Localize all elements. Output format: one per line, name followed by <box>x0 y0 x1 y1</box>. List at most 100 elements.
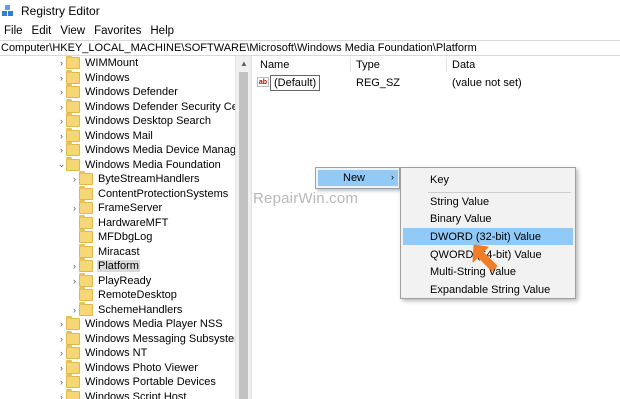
tree-item[interactable]: › WIMMount <box>57 56 139 71</box>
chevron-right-icon[interactable]: › <box>57 363 66 373</box>
tree-item[interactable]: RemoteDesktop <box>70 287 178 303</box>
tree-item[interactable]: ⌄ Windows Media Foundation <box>57 156 222 173</box>
folder-icon <box>66 316 80 331</box>
tree-item[interactable]: Miracast <box>70 243 141 260</box>
window-title: Registry Editor <box>21 4 100 18</box>
chevron-right-icon[interactable]: › <box>57 348 66 358</box>
folder-icon <box>66 98 80 113</box>
column-name[interactable]: Name <box>260 59 289 71</box>
tree-item-selected[interactable]: › Platform <box>70 258 140 274</box>
list-header: Name Type Data <box>254 56 620 74</box>
tree-item[interactable]: ContentProtectionSystems <box>70 185 229 202</box>
tree-item[interactable]: › Windows Photo Viewer <box>57 359 199 376</box>
tree-item[interactable]: › Windows Defender Security Center <box>57 98 251 115</box>
tree-item[interactable]: › Windows Media Device Manager <box>57 142 247 158</box>
menu-view[interactable]: View <box>56 25 90 37</box>
folder-icon <box>66 69 80 84</box>
folder-icon <box>66 388 80 399</box>
menu-help[interactable]: Help <box>146 25 179 37</box>
tree-item[interactable]: › Windows <box>57 69 131 86</box>
chevron-right-icon[interactable]: › <box>57 116 66 126</box>
chevron-right-icon[interactable]: › <box>57 145 66 155</box>
tree-item[interactable]: › Windows Defender <box>57 84 179 100</box>
chevron-right-icon[interactable]: › <box>70 261 79 271</box>
tree-item[interactable]: › PlayReady <box>70 272 152 289</box>
folder-icon <box>66 56 80 70</box>
folder-icon <box>66 345 80 360</box>
column-divider[interactable] <box>446 58 447 72</box>
chevron-down-icon[interactable]: ⌄ <box>57 159 66 169</box>
folder-icon <box>79 301 93 316</box>
folder-icon <box>66 156 80 171</box>
submenu-binary-value[interactable]: Binary Value <box>403 210 573 227</box>
tree-item[interactable]: › FrameServer <box>70 200 163 216</box>
folder-icon <box>79 200 93 215</box>
value-row[interactable]: ab (Default) REG_SZ (value not set) <box>254 75 620 92</box>
submenu-string-value[interactable]: String Value <box>403 193 573 210</box>
new-submenu: Key String Value Binary Value DWORD (32-… <box>400 167 576 299</box>
value-data: (value not set) <box>452 77 522 89</box>
folder-icon <box>66 374 80 389</box>
chevron-right-icon[interactable]: › <box>57 392 66 399</box>
tree-item[interactable]: › Windows Desktop Search <box>57 113 212 129</box>
menu-edit[interactable]: Edit <box>28 25 57 37</box>
folder-icon <box>79 287 93 302</box>
chevron-right-icon: › <box>391 172 394 182</box>
title-bar: Registry Editor <box>0 0 620 22</box>
folder-icon <box>79 185 93 200</box>
chevron-right-icon[interactable]: › <box>57 334 66 344</box>
folder-icon <box>66 359 80 374</box>
submenu-expandable-string-value[interactable]: Expandable String Value <box>403 281 573 298</box>
tree-item[interactable]: HardwareMFT <box>70 214 169 231</box>
tree-item[interactable]: › Windows Media Player NSS <box>57 316 224 332</box>
tree-item[interactable]: › Windows NT <box>57 345 148 361</box>
folder-icon <box>79 272 93 287</box>
orange-arrow-icon <box>472 244 498 272</box>
new-label: New <box>343 172 366 184</box>
folder-icon <box>79 229 93 244</box>
scroll-up-icon[interactable]: ▲ <box>236 58 252 68</box>
context-menu-new[interactable]: New › <box>318 170 398 186</box>
chevron-right-icon[interactable]: › <box>57 131 66 141</box>
menu-bar: File Edit View Favorites Help <box>0 22 620 40</box>
tree-item[interactable]: › Windows Portable Devices <box>57 374 217 390</box>
column-type[interactable]: Type <box>356 59 380 71</box>
tree-item[interactable]: › SchemeHandlers <box>70 301 183 318</box>
tree-item[interactable]: MFDbgLog <box>70 229 153 245</box>
chevron-right-icon[interactable]: › <box>70 174 79 184</box>
tree-scrollbar[interactable]: ▲ <box>235 56 251 399</box>
submenu-key[interactable]: Key <box>403 171 573 188</box>
chevron-right-icon[interactable]: › <box>70 276 79 286</box>
folder-icon <box>66 330 80 345</box>
column-data[interactable]: Data <box>452 59 475 71</box>
chevron-right-icon[interactable]: › <box>70 305 79 315</box>
chevron-right-icon[interactable]: › <box>57 377 66 387</box>
menu-file[interactable]: File <box>0 25 28 37</box>
registry-icon <box>2 4 15 18</box>
folder-icon <box>66 84 80 99</box>
menu-favorites[interactable]: Favorites <box>90 25 146 37</box>
tree-item[interactable]: › Windows Mail <box>57 127 154 144</box>
chevron-right-icon[interactable]: › <box>57 102 66 112</box>
folder-icon <box>79 214 93 229</box>
registry-tree: › WIMMount › Windows › Windows Defender › Wi… <box>0 56 251 399</box>
tree-item[interactable]: › Windows Script Host <box>57 388 187 399</box>
folder-icon <box>66 113 80 128</box>
column-divider[interactable] <box>350 58 351 72</box>
chevron-right-icon[interactable]: › <box>57 87 66 97</box>
folder-icon <box>66 127 80 142</box>
folder-icon <box>66 142 80 157</box>
tree-item[interactable]: › ByteStreamHandlers <box>70 171 201 187</box>
watermark: RepairWin.com <box>253 190 359 207</box>
folder-icon <box>79 258 93 273</box>
context-menu: New › <box>315 167 400 189</box>
string-value-icon: ab <box>257 77 269 87</box>
folder-icon <box>79 243 93 258</box>
chevron-right-icon[interactable]: › <box>70 203 79 213</box>
tree-item[interactable]: › Windows Messaging Subsystem <box>57 330 244 347</box>
chevron-right-icon[interactable]: › <box>57 319 66 329</box>
chevron-right-icon[interactable]: › <box>57 73 66 83</box>
chevron-right-icon[interactable]: › <box>57 58 66 68</box>
scroll-thumb[interactable] <box>239 72 248 399</box>
address-bar[interactable]: Computer\HKEY_LOCAL_MACHINE\SOFTWARE\Mic… <box>0 40 620 56</box>
